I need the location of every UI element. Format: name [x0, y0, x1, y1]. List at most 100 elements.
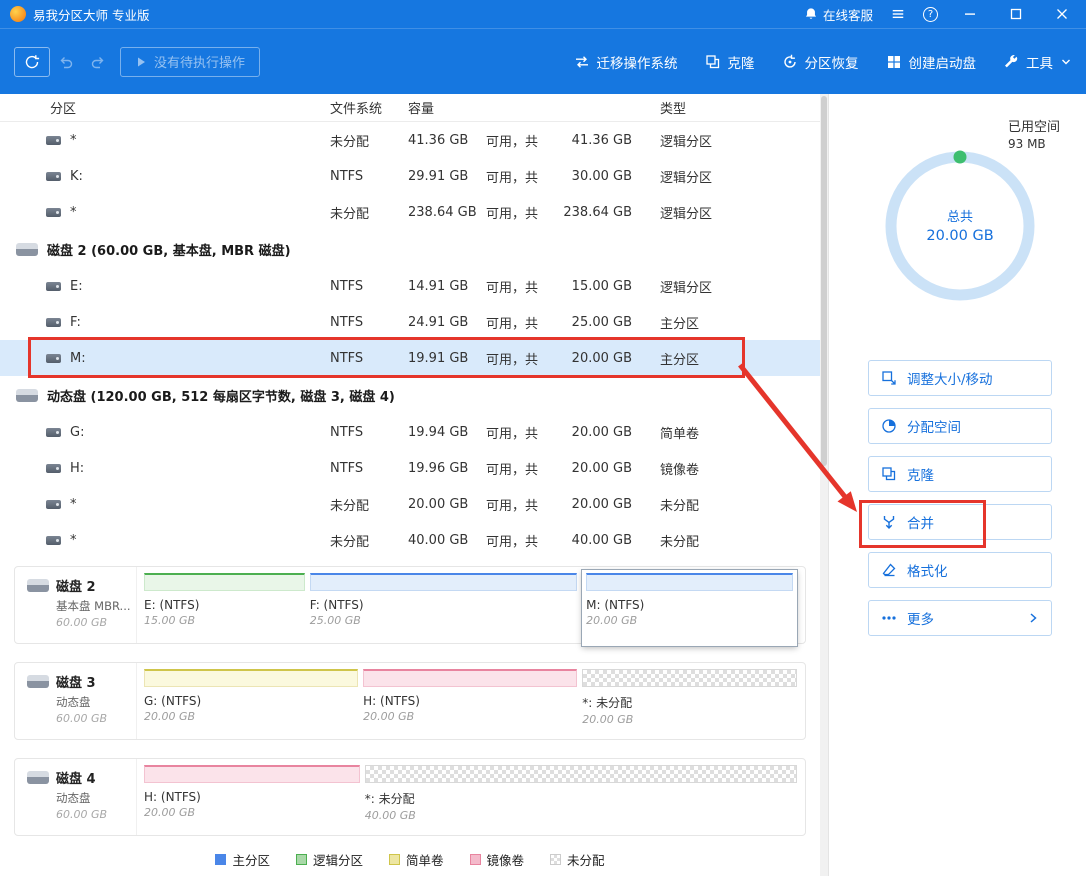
partition-icon: [46, 428, 61, 437]
donut-center-text: 总共 20.00 GB: [880, 206, 1040, 244]
legend-logical-label: 逻辑分区: [313, 850, 363, 869]
disk-group-label: 动态盘 (120.00 GB, 512 每扇区字节数, 磁盘 3, 磁盘 4): [47, 386, 395, 405]
resize-move-button[interactable]: 调整大小/移动: [868, 360, 1052, 396]
clone-partition-button[interactable]: 克隆: [868, 456, 1052, 492]
pending-operations-label: 没有待执行操作: [154, 52, 245, 71]
legend-primary: 主分区: [215, 850, 270, 869]
titlebar: 易我分区大师 专业版 在线客服 ?: [0, 0, 1086, 28]
allocate-space-label: 分配空间: [907, 416, 961, 436]
table-row[interactable]: K: NTFS 29.91 GB可用，共30.00 GB 逻辑分区: [0, 158, 820, 194]
bell-icon: [804, 7, 818, 21]
capacity-free: 19.96 GB: [408, 461, 486, 476]
online-service-button[interactable]: 在线客服: [804, 5, 873, 24]
diskmap-partition-unallocated[interactable]: *: 未分配 40.00 GB: [365, 765, 797, 835]
disk-icon: [27, 579, 49, 592]
diskmap-partition-f[interactable]: F: (NTFS) 25.00 GB: [310, 573, 577, 643]
diskmap-partition-h[interactable]: H: (NTFS) 20.00 GB: [144, 765, 360, 835]
disk-group-row[interactable]: 磁盘 2 (60.00 GB, 基本盘, MBR 磁盘): [0, 230, 820, 268]
col-partition: 分区: [0, 98, 330, 117]
redo-icon: [90, 54, 106, 70]
partition-usage-bar: [310, 573, 577, 591]
tools-button[interactable]: 工具: [1003, 52, 1072, 72]
partition-name: *: [70, 133, 77, 148]
type-value: 主分区: [660, 313, 820, 332]
table-row[interactable]: H: NTFS 19.96 GB可用，共20.00 GB 镜像卷: [0, 450, 820, 486]
primary-swatch-icon: [215, 854, 226, 865]
filesystem-value: NTFS: [330, 315, 408, 330]
diskmap-partition-unallocated[interactable]: *: 未分配 20.00 GB: [582, 669, 797, 739]
content-area: 分区 文件系统 容量 类型 * 未分配 41.36 GB可用，共41.36 GB…: [0, 94, 1086, 876]
filesystem-value: NTFS: [330, 169, 408, 184]
allocate-space-button[interactable]: 分配空间: [868, 408, 1052, 444]
table-row-selected[interactable]: M: NTFS 19.91 GB可用，共20.00 GB 主分区: [0, 340, 820, 376]
vertical-scrollbar[interactable]: [820, 94, 828, 876]
capacity-mid: 可用，共: [486, 277, 538, 296]
diskmap-partition-e[interactable]: E: (NTFS) 15.00 GB: [144, 573, 305, 643]
capacity-total: 238.64 GB: [546, 205, 632, 220]
capacity-total: 30.00 GB: [546, 169, 632, 184]
scrollbar-thumb[interactable]: [821, 96, 827, 466]
more-dots-icon: [881, 610, 897, 626]
table-row[interactable]: * 未分配 41.36 GB可用，共41.36 GB 逻辑分区: [0, 122, 820, 158]
type-value: 逻辑分区: [660, 167, 820, 186]
pending-operations-button[interactable]: 没有待执行操作: [120, 47, 260, 77]
diskmap-partition-h[interactable]: H: (NTFS) 20.00 GB: [363, 669, 577, 739]
redo-button[interactable]: [82, 47, 114, 77]
diskmap-partition-m-selected[interactable]: M: (NTFS) 20.00 GB: [582, 570, 797, 646]
maximize-icon: [1010, 8, 1022, 20]
disk-name: 磁盘 2: [56, 576, 96, 595]
table-row[interactable]: * 未分配 40.00 GB可用，共40.00 GB 未分配: [0, 522, 820, 558]
partition-size: 25.00 GB: [310, 614, 577, 627]
partition-usage-bar: [144, 765, 360, 783]
diskmap-partition-g[interactable]: G: (NTFS) 20.00 GB: [144, 669, 358, 739]
filesystem-value: 未分配: [330, 495, 408, 514]
diskmap-disk4: 磁盘 4 动态盘 60.00 GB H: (NTFS) 20.00 GB *: …: [14, 758, 806, 836]
clone-button[interactable]: 克隆: [705, 52, 755, 72]
legend-simple-label: 简单卷: [406, 850, 444, 869]
table-row[interactable]: * 未分配 20.00 GB可用，共20.00 GB 未分配: [0, 486, 820, 522]
refresh-button[interactable]: [14, 47, 50, 77]
col-type: 类型: [660, 98, 820, 117]
legend-unallocated-label: 未分配: [567, 850, 605, 869]
capacity-mid: 可用，共: [486, 131, 538, 150]
partition-size: 20.00 GB: [363, 710, 577, 723]
more-label: 更多: [907, 608, 934, 628]
migrate-os-button[interactable]: 迁移操作系统: [574, 52, 678, 72]
table-header: 分区 文件系统 容量 类型: [0, 94, 820, 122]
minimize-button[interactable]: [956, 4, 984, 24]
disk-group-row[interactable]: 动态盘 (120.00 GB, 512 每扇区字节数, 磁盘 3, 磁盘 4): [0, 376, 820, 414]
partition-icon: [46, 500, 61, 509]
maximize-button[interactable]: [1002, 4, 1030, 24]
diskmap-disk3: 磁盘 3 动态盘 60.00 GB G: (NTFS) 20.00 GB H: …: [14, 662, 806, 740]
undo-button[interactable]: [50, 47, 82, 77]
partition-icon: [46, 354, 61, 363]
migrate-os-label: 迁移操作系统: [597, 52, 678, 72]
capacity-free: 20.00 GB: [408, 497, 486, 512]
type-value: 逻辑分区: [660, 277, 820, 296]
capacity-free: 14.91 GB: [408, 279, 486, 294]
disk-kind: 动态盘: [56, 790, 136, 806]
format-button[interactable]: 格式化: [868, 552, 1052, 588]
capacity-free: 19.94 GB: [408, 425, 486, 440]
filesystem-value: 未分配: [330, 531, 408, 550]
menu-button[interactable]: [891, 7, 905, 21]
diskmap-disk2: 磁盘 2 基本盘 MBR... 60.00 GB E: (NTFS) 15.00…: [14, 566, 806, 644]
table-row[interactable]: G: NTFS 19.94 GB可用，共20.00 GB 简单卷: [0, 414, 820, 450]
table-row[interactable]: E: NTFS 14.91 GB可用，共15.00 GB 逻辑分区: [0, 268, 820, 304]
table-row[interactable]: * 未分配 238.64 GB可用，共238.64 GB 逻辑分区: [0, 194, 820, 230]
close-button[interactable]: [1048, 4, 1076, 24]
table-row[interactable]: F: NTFS 24.91 GB可用，共25.00 GB 主分区: [0, 304, 820, 340]
tools-wrench-icon: [1003, 54, 1019, 70]
chevron-right-icon: [1027, 612, 1039, 624]
partition-recovery-button[interactable]: 分区恢复: [782, 52, 859, 72]
more-button[interactable]: 更多: [868, 600, 1052, 636]
create-bootable-button[interactable]: 创建启动盘: [886, 52, 977, 72]
capacity-mid: 可用，共: [486, 459, 538, 478]
partition-label: H: (NTFS): [144, 790, 360, 804]
capacity-mid: 可用，共: [486, 423, 538, 442]
partition-icon: [46, 172, 61, 181]
partition-usage-bar: [144, 669, 358, 687]
partition-icon: [46, 136, 61, 145]
help-button[interactable]: ?: [923, 7, 938, 22]
merge-button[interactable]: 合并: [868, 504, 1052, 540]
